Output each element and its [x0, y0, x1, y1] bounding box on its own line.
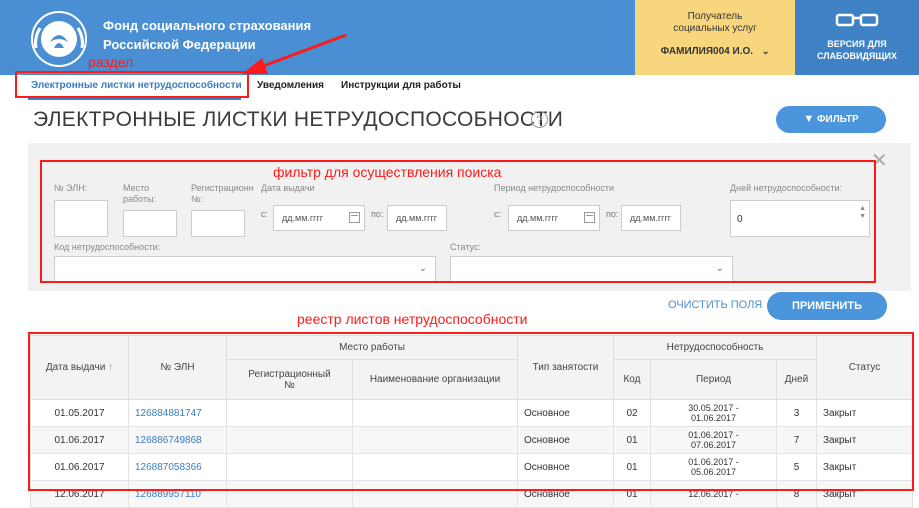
annotation-arrow-icon: [242, 33, 347, 74]
